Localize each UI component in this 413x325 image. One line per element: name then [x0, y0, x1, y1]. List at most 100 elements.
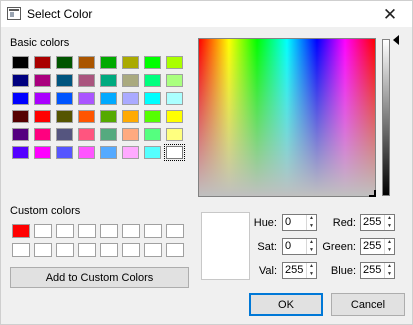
basic-color-swatch[interactable]	[56, 74, 73, 87]
custom-color-swatch[interactable]	[166, 243, 184, 257]
custom-color-swatch[interactable]	[166, 224, 184, 238]
basic-color-swatch[interactable]	[164, 144, 185, 161]
basic-color-swatch[interactable]	[144, 56, 161, 69]
basic-color-swatch[interactable]	[56, 110, 73, 123]
custom-color-swatch[interactable]	[34, 224, 52, 238]
custom-color-swatch[interactable]	[122, 243, 140, 257]
spin-down-icon[interactable]: ▼	[307, 223, 316, 231]
red-value[interactable]: 255	[361, 215, 384, 230]
custom-color-swatch[interactable]	[12, 243, 30, 257]
hue-spinbox[interactable]: 0 ▲ ▼	[282, 214, 317, 231]
basic-color-swatch[interactable]	[100, 128, 117, 141]
spin-up-icon[interactable]: ▲	[307, 215, 316, 223]
basic-color-swatch[interactable]	[122, 92, 139, 105]
basic-color-swatch[interactable]	[34, 146, 51, 159]
custom-colors-label: Custom colors	[10, 205, 81, 217]
spin-down-icon[interactable]: ▼	[307, 271, 316, 279]
custom-color-swatch[interactable]	[100, 224, 118, 238]
basic-color-swatch[interactable]	[144, 74, 161, 87]
spin-up-icon[interactable]: ▲	[307, 239, 316, 247]
blue-value[interactable]: 255	[361, 263, 384, 278]
basic-color-swatch[interactable]	[100, 92, 117, 105]
basic-color-swatch[interactable]	[34, 110, 51, 123]
custom-color-swatch[interactable]	[144, 224, 162, 238]
sat-label: Sat:	[257, 241, 277, 253]
basic-color-swatch[interactable]	[78, 110, 95, 123]
basic-color-swatch[interactable]	[78, 56, 95, 69]
basic-color-swatch[interactable]	[56, 146, 73, 159]
basic-color-swatch[interactable]	[166, 92, 183, 105]
green-value[interactable]: 255	[361, 239, 384, 254]
basic-color-swatch[interactable]	[12, 74, 29, 87]
basic-color-swatch[interactable]	[34, 128, 51, 141]
basic-color-swatch[interactable]	[12, 146, 29, 159]
basic-color-swatch[interactable]	[122, 128, 139, 141]
basic-color-swatch[interactable]	[122, 146, 139, 159]
basic-color-swatch[interactable]	[34, 92, 51, 105]
val-label: Val:	[258, 265, 277, 277]
basic-color-swatch[interactable]	[100, 110, 117, 123]
basic-color-swatch[interactable]	[166, 74, 183, 87]
color-spectrum[interactable]	[198, 38, 376, 197]
basic-color-swatch[interactable]	[12, 92, 29, 105]
custom-color-swatch[interactable]	[122, 224, 140, 238]
basic-color-swatch[interactable]	[144, 92, 161, 105]
custom-color-swatch[interactable]	[100, 243, 118, 257]
sat-spinbox[interactable]: 0 ▲ ▼	[282, 238, 317, 255]
cancel-button[interactable]: Cancel	[331, 293, 405, 316]
basic-color-swatch[interactable]	[56, 92, 73, 105]
basic-color-swatch[interactable]	[122, 56, 139, 69]
spin-down-icon[interactable]: ▼	[385, 223, 394, 231]
hue-value[interactable]: 0	[283, 215, 306, 230]
val-spinbox[interactable]: 255 ▲ ▼	[282, 262, 317, 279]
custom-color-swatch[interactable]	[56, 243, 74, 257]
custom-color-swatch[interactable]	[34, 243, 52, 257]
basic-color-swatch[interactable]	[100, 146, 117, 159]
spin-down-icon[interactable]: ▼	[307, 247, 316, 255]
basic-color-swatch[interactable]	[100, 74, 117, 87]
basic-color-swatch[interactable]	[78, 74, 95, 87]
red-spinbox[interactable]: 255 ▲ ▼	[360, 214, 395, 231]
green-label: Green:	[322, 241, 356, 253]
basic-color-swatch[interactable]	[122, 74, 139, 87]
basic-color-swatch[interactable]	[144, 146, 161, 159]
close-button[interactable]: ✕	[368, 1, 412, 28]
basic-color-swatch[interactable]	[78, 92, 95, 105]
basic-color-swatch[interactable]	[56, 56, 73, 69]
luminance-arrow-icon[interactable]	[393, 35, 399, 45]
luminance-slider[interactable]	[382, 39, 390, 196]
add-to-custom-colors-button[interactable]: Add to Custom Colors	[10, 267, 189, 288]
basic-color-swatch[interactable]	[144, 110, 161, 123]
spin-down-icon[interactable]: ▼	[385, 247, 394, 255]
custom-color-swatch[interactable]	[144, 243, 162, 257]
basic-color-swatch[interactable]	[34, 74, 51, 87]
custom-color-swatch[interactable]	[56, 224, 74, 238]
basic-color-swatch[interactable]	[100, 56, 117, 69]
basic-color-swatch[interactable]	[78, 146, 95, 159]
basic-color-swatch[interactable]	[144, 128, 161, 141]
blue-spinbox[interactable]: 255 ▲ ▼	[360, 262, 395, 279]
basic-color-swatch[interactable]	[166, 128, 183, 141]
ok-button[interactable]: OK	[249, 293, 323, 316]
basic-color-swatch[interactable]	[166, 56, 183, 69]
spin-up-icon[interactable]: ▲	[385, 263, 394, 271]
spin-down-icon[interactable]: ▼	[385, 271, 394, 279]
basic-color-swatch[interactable]	[12, 128, 29, 141]
custom-color-swatch[interactable]	[12, 224, 30, 238]
basic-color-swatch[interactable]	[166, 110, 183, 123]
spectrum-crosshair[interactable]	[369, 190, 376, 197]
basic-color-swatch[interactable]	[122, 110, 139, 123]
spin-up-icon[interactable]: ▲	[385, 215, 394, 223]
sat-value[interactable]: 0	[283, 239, 306, 254]
basic-color-swatch[interactable]	[56, 128, 73, 141]
spin-up-icon[interactable]: ▲	[307, 263, 316, 271]
basic-color-swatch[interactable]	[78, 128, 95, 141]
basic-color-swatch[interactable]	[12, 56, 29, 69]
green-spinbox[interactable]: 255 ▲ ▼	[360, 238, 395, 255]
basic-color-swatch[interactable]	[34, 56, 51, 69]
val-value[interactable]: 255	[283, 263, 306, 278]
custom-color-swatch[interactable]	[78, 243, 96, 257]
custom-color-swatch[interactable]	[78, 224, 96, 238]
spin-up-icon[interactable]: ▲	[385, 239, 394, 247]
basic-color-swatch[interactable]	[12, 110, 29, 123]
